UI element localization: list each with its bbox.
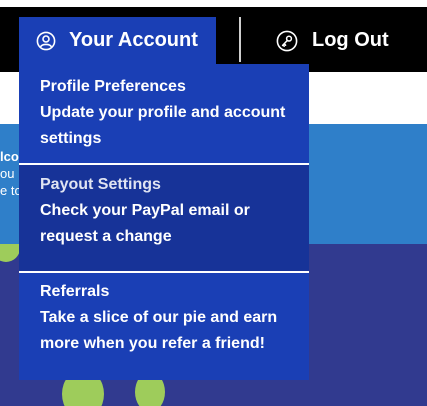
menu-item-payout-settings[interactable]: Payout Settings Check your PayPal email … <box>19 165 309 271</box>
menu-item-description: Take a slice of our pie and earn more wh… <box>40 309 278 352</box>
your-account-button[interactable]: Your Account <box>19 17 216 64</box>
menu-item-title: Payout Settings <box>40 176 161 193</box>
menu-item-description: Check your PayPal email or request a cha… <box>40 202 250 245</box>
decorative-blob <box>0 244 20 262</box>
header-divider <box>239 17 241 62</box>
menu-separator <box>19 271 309 273</box>
menu-item-profile-preferences[interactable]: Profile Preferences Update your profile … <box>19 74 309 152</box>
user-circle-icon <box>36 31 56 51</box>
account-dropdown-menu: Profile Preferences Update your profile … <box>19 64 309 380</box>
key-circle-icon <box>276 30 298 52</box>
menu-item-title: Profile Preferences <box>40 78 186 95</box>
your-account-label: Your Account <box>69 29 198 51</box>
log-out-button[interactable]: Log Out <box>276 17 389 64</box>
menu-item-referrals[interactable]: Referrals Take a slice of our pie and ea… <box>19 279 309 357</box>
menu-item-title: Referrals <box>40 283 110 300</box>
log-out-label: Log Out <box>312 29 389 51</box>
menu-item-description: Update your profile and account settings <box>40 104 286 147</box>
